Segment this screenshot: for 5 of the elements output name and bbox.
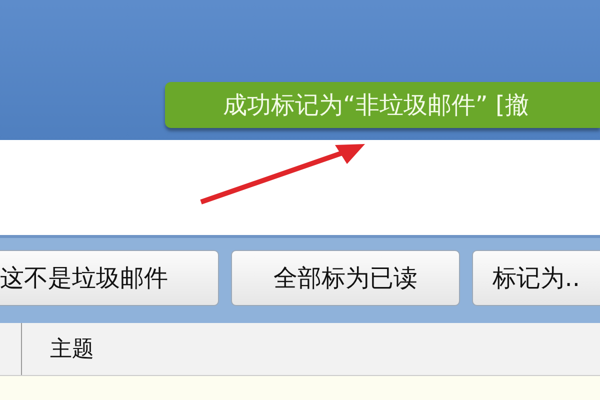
toolbar-button[interactable]: 标记为..	[472, 250, 600, 306]
toolbar-button[interactable]: 全部标为已读	[230, 250, 460, 306]
column-header[interactable]: 主题	[22, 323, 94, 375]
toolbar-button[interactable]: 这不是垃圾邮件	[0, 250, 219, 306]
success-notification: 成功标记为“非垃圾邮件” [撤	[165, 82, 600, 128]
